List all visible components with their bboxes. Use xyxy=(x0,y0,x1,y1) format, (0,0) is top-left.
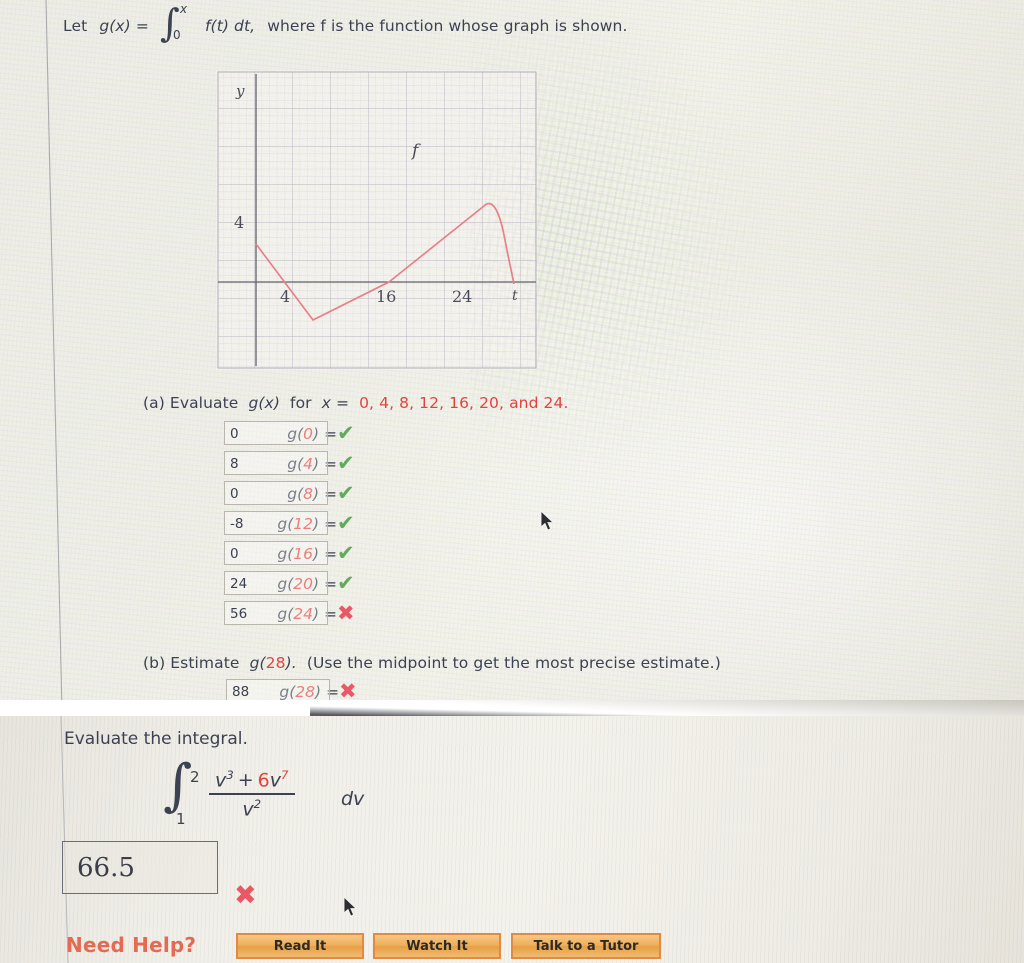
answer-input[interactable]: 24 xyxy=(224,571,328,595)
part-a-lead: (a) Evaluate xyxy=(143,394,239,412)
answer-input[interactable]: 56 xyxy=(224,601,328,625)
den-exp: 2 xyxy=(253,796,262,811)
num-v2: v xyxy=(269,769,282,792)
correct-check-icon: ✔ xyxy=(337,541,355,565)
pointer-cursor-lower xyxy=(343,896,358,917)
y-tick-label-4: 4 xyxy=(234,213,244,232)
fraction-numerator: v3 +6v7 xyxy=(209,768,295,792)
correct-check-icon: ✔ xyxy=(337,421,355,445)
intro-integrand: f(t) dt, xyxy=(205,17,256,35)
upper-screen-region: Let g(x) = ∫ x 0 f(t) dt, where f is the… xyxy=(0,0,1024,712)
integral-answer-input[interactable]: 66.5 xyxy=(62,841,218,894)
function-graph-figure: y t 4 16 24 4 f xyxy=(216,70,538,370)
num-plus: + xyxy=(237,769,254,792)
integral-upper-limit: 2 xyxy=(190,768,200,786)
correct-check-icon: ✔ xyxy=(337,451,355,475)
part-a-mid: for xyxy=(290,394,312,412)
part-b-arg: 28 xyxy=(265,654,286,672)
intro-suffix: where f is the function whose graph is s… xyxy=(267,17,628,35)
part-b-fn: g( xyxy=(249,654,266,672)
y-axis-label: y xyxy=(235,82,245,100)
intro-gx: g(x) = xyxy=(99,17,149,35)
correct-check-icon: ✔ xyxy=(337,481,355,505)
fraction-denominator: v2 xyxy=(209,796,295,820)
answer-input[interactable]: 0 xyxy=(224,481,328,505)
x-tick-label-4: 4 xyxy=(280,287,290,306)
answer-input[interactable]: -8 xyxy=(224,511,328,535)
part-a-xeq: x = xyxy=(321,394,350,412)
graph-svg: y t 4 16 24 4 f xyxy=(217,71,537,369)
integral-upper-limit: x xyxy=(179,2,188,16)
answer-input[interactable]: 0 xyxy=(224,541,328,565)
num-exp2: 7 xyxy=(281,768,289,782)
integral-lower-limit: 0 xyxy=(172,28,181,42)
watch-it-button[interactable]: Watch It xyxy=(373,933,501,959)
answer-row: g(24) = 56 ✖ xyxy=(224,601,444,628)
answer-input[interactable]: 8 xyxy=(224,451,328,475)
part-a-values: 0, 4, 8, 12, 16, 20, and 24. xyxy=(359,394,569,412)
incorrect-cross-icon: ✖ xyxy=(337,601,355,625)
num-v1: v xyxy=(215,769,227,792)
answer-row: g(0) = 0 ✔ xyxy=(224,421,444,448)
question-intro: Let g(x) = ∫ x 0 f(t) dt, where f is the… xyxy=(63,2,628,42)
x-axis-label: t xyxy=(512,288,518,304)
integral-sign-icon: ∫ xyxy=(163,753,193,818)
part-b-tail: (Use the midpoint to get the most precis… xyxy=(306,654,721,672)
correct-check-icon: ✔ xyxy=(337,571,355,595)
part-b-fn-end: ). xyxy=(285,654,297,672)
integral-lower-limit: 1 xyxy=(176,810,186,828)
correct-check-icon: ✔ xyxy=(337,511,355,535)
pointer-cursor-upper xyxy=(540,510,555,531)
answer-row: g(8) = 0 ✔ xyxy=(224,481,444,508)
fraction-bar xyxy=(209,793,295,795)
read-it-button[interactable]: Read It xyxy=(236,933,364,959)
part-a-fn: g(x) xyxy=(248,394,280,412)
x-tick-label-16: 16 xyxy=(376,287,396,306)
answer-input[interactable]: 0 xyxy=(224,421,328,445)
incorrect-cross-icon: ✖ xyxy=(234,880,257,911)
lower-heading: Evaluate the integral. xyxy=(64,729,248,749)
num-coef: 6 xyxy=(257,769,270,792)
integrand-fraction: v3 +6v7 v2 xyxy=(209,768,295,820)
part-b-prompt: (b) Estimate g(28). (Use the midpoint to… xyxy=(143,654,721,672)
answer-row: g(12) = -8 ✔ xyxy=(224,511,444,538)
intro-prefix: Let xyxy=(63,17,88,35)
integral-symbol-group: ∫ x 0 xyxy=(154,2,200,42)
graph-major-grid xyxy=(218,72,536,368)
part-a-prompt: (a) Evaluate g(x) for x = 0, 4, 8, 12, 1… xyxy=(143,394,569,412)
num-exp1: 3 xyxy=(226,768,234,782)
differential-dv: dv xyxy=(341,788,365,810)
lower-page-margin-line xyxy=(60,716,69,963)
part-b-lead: (b) Estimate xyxy=(143,654,240,672)
answer-row: g(20) = 24 ✔ xyxy=(224,571,444,598)
need-help-label: Need Help? xyxy=(66,933,197,957)
answer-row: g(4) = 8 ✔ xyxy=(224,451,444,478)
answer-row: g(16) = 0 ✔ xyxy=(224,541,444,568)
den-v: v xyxy=(242,798,254,821)
talk-to-a-tutor-button[interactable]: Talk to a Tutor xyxy=(511,933,661,959)
x-tick-label-24: 24 xyxy=(452,287,472,306)
